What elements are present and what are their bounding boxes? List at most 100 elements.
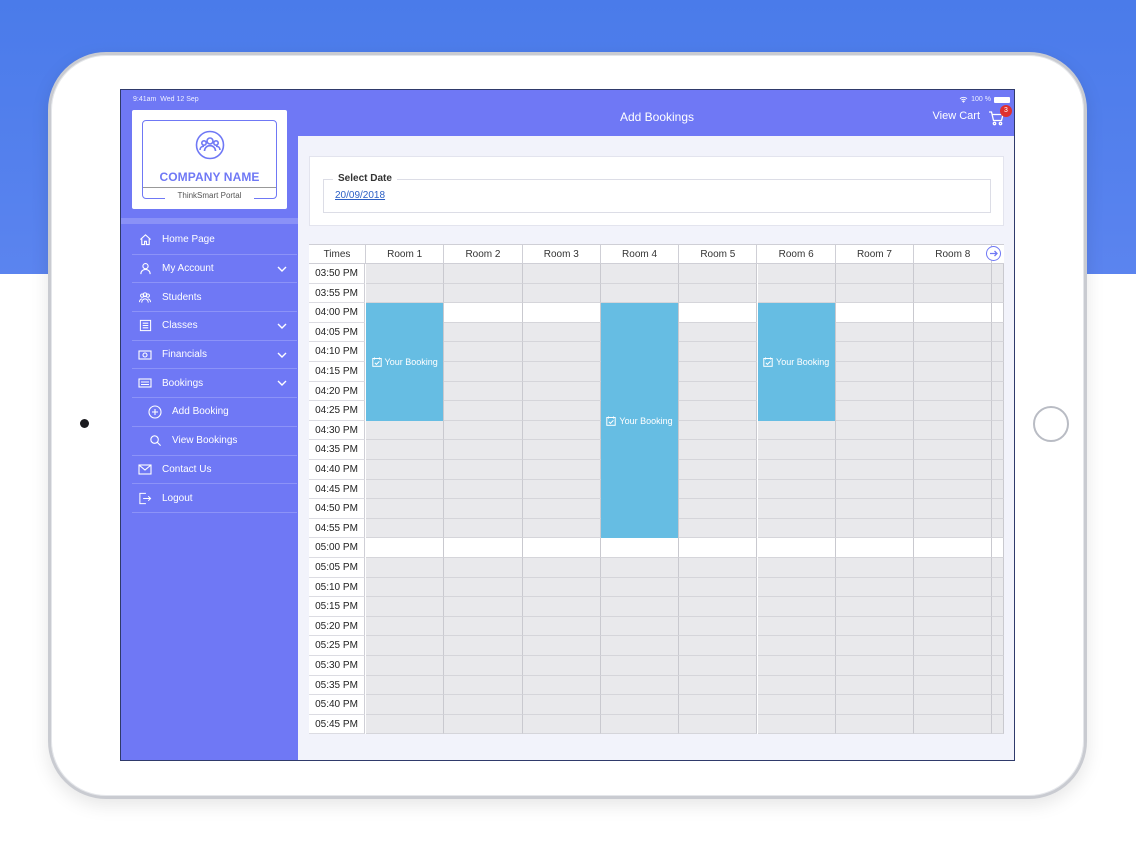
time-slot-cell[interactable] — [600, 597, 680, 617]
time-slot-cell[interactable] — [992, 322, 1004, 343]
time-slot-cell[interactable] — [600, 714, 680, 735]
time-slot-cell[interactable] — [992, 420, 1004, 441]
time-slot-cell[interactable] — [600, 675, 680, 696]
time-slot-cell[interactable] — [679, 616, 758, 637]
time-slot-cell[interactable] — [679, 401, 758, 421]
time-slot-cell[interactable] — [679, 479, 758, 500]
time-slot-cell[interactable] — [679, 264, 758, 284]
time-slot-cell[interactable] — [992, 538, 1004, 558]
time-slot-cell[interactable] — [914, 381, 993, 402]
sidebar-item-my-account[interactable]: My Account — [132, 255, 297, 284]
time-slot-cell[interactable] — [600, 264, 680, 284]
time-slot-cell[interactable] — [444, 636, 523, 656]
sidebar-item-classes[interactable]: Classes — [132, 312, 297, 341]
time-slot-cell[interactable] — [835, 656, 915, 676]
time-slot-cell[interactable] — [992, 440, 1004, 460]
time-slot-cell[interactable] — [992, 401, 1004, 421]
time-slot-cell[interactable] — [992, 518, 1004, 539]
sidebar-item-view-bookings[interactable]: View Bookings — [132, 427, 297, 456]
time-slot-cell[interactable] — [992, 656, 1004, 676]
time-slot-cell[interactable] — [835, 714, 915, 735]
time-slot-cell[interactable] — [835, 558, 915, 578]
time-slot-cell[interactable] — [914, 656, 993, 676]
time-slot-cell[interactable] — [992, 577, 1004, 598]
time-slot-cell[interactable] — [679, 440, 758, 460]
time-slot-cell[interactable] — [522, 342, 601, 362]
time-slot-cell[interactable] — [679, 558, 758, 578]
time-slot-cell[interactable] — [444, 322, 523, 343]
time-slot-cell[interactable] — [835, 420, 915, 441]
time-slot-cell[interactable] — [444, 558, 523, 578]
time-slot-cell[interactable] — [679, 362, 758, 382]
time-slot-cell[interactable] — [600, 577, 680, 598]
sidebar-item-add-booking[interactable]: Add Booking — [132, 398, 297, 427]
time-slot-cell[interactable] — [522, 499, 601, 519]
time-slot-cell[interactable] — [757, 636, 836, 656]
sidebar-item-financials[interactable]: Financials — [132, 341, 297, 370]
booking-block[interactable]: Your Booking — [366, 303, 445, 421]
time-slot-cell[interactable] — [757, 460, 836, 480]
time-slot-cell[interactable] — [914, 695, 993, 715]
selected-date-link[interactable]: 20/09/2018 — [335, 190, 385, 201]
time-slot-cell[interactable] — [679, 695, 758, 715]
time-slot-cell[interactable] — [522, 636, 601, 656]
time-slot-cell[interactable] — [444, 362, 523, 382]
time-slot-cell[interactable] — [522, 381, 601, 402]
time-slot-cell[interactable] — [679, 656, 758, 676]
time-slot-cell[interactable] — [444, 518, 523, 539]
time-slot-cell[interactable] — [444, 342, 523, 362]
time-slot-cell[interactable] — [366, 499, 445, 519]
time-slot-cell[interactable] — [522, 420, 601, 441]
time-slot-cell[interactable] — [444, 616, 523, 637]
time-slot-cell[interactable] — [914, 440, 993, 460]
time-slot-cell[interactable] — [992, 695, 1004, 715]
time-slot-cell[interactable] — [757, 714, 836, 735]
time-slot-cell[interactable] — [679, 420, 758, 441]
time-slot-cell[interactable] — [914, 303, 993, 323]
time-slot-cell[interactable] — [679, 597, 758, 617]
time-slot-cell[interactable] — [914, 616, 993, 637]
time-slot-cell[interactable] — [835, 499, 915, 519]
time-slot-cell[interactable] — [679, 381, 758, 402]
time-slot-cell[interactable] — [835, 362, 915, 382]
time-slot-cell[interactable] — [914, 322, 993, 343]
sidebar-item-contact-us[interactable]: Contact Us — [132, 456, 297, 485]
time-slot-cell[interactable] — [522, 479, 601, 500]
time-slot-cell[interactable] — [600, 636, 680, 656]
time-slot-cell[interactable] — [835, 479, 915, 500]
time-slot-cell[interactable] — [522, 616, 601, 637]
chevron-down-icon[interactable] — [277, 350, 287, 360]
time-slot-cell[interactable] — [522, 538, 601, 558]
time-slot-cell[interactable] — [914, 283, 993, 304]
chevron-down-icon[interactable] — [277, 378, 287, 388]
time-slot-cell[interactable] — [522, 675, 601, 696]
time-slot-cell[interactable] — [679, 342, 758, 362]
time-slot-cell[interactable] — [444, 401, 523, 421]
time-slot-cell[interactable] — [522, 303, 601, 323]
time-slot-cell[interactable] — [522, 558, 601, 578]
time-slot-cell[interactable] — [835, 597, 915, 617]
time-slot-cell[interactable] — [600, 283, 680, 304]
time-slot-cell[interactable] — [835, 401, 915, 421]
time-slot-cell[interactable] — [522, 656, 601, 676]
time-slot-cell[interactable] — [522, 440, 601, 460]
time-slot-cell[interactable] — [757, 440, 836, 460]
time-slot-cell[interactable] — [757, 695, 836, 715]
time-slot-cell[interactable] — [835, 577, 915, 598]
time-slot-cell[interactable] — [679, 322, 758, 343]
booking-block[interactable]: Your Booking — [757, 303, 836, 421]
time-slot-cell[interactable] — [366, 283, 445, 304]
time-slot-cell[interactable] — [600, 558, 680, 578]
select-date-field[interactable]: Select Date 20/09/2018 — [323, 173, 991, 213]
sidebar-item-logout[interactable]: Logout — [132, 484, 297, 513]
time-slot-cell[interactable] — [992, 283, 1004, 304]
time-slot-cell[interactable] — [444, 714, 523, 735]
time-slot-cell[interactable] — [522, 264, 601, 284]
time-slot-cell[interactable] — [679, 518, 758, 539]
time-slot-cell[interactable] — [914, 499, 993, 519]
sidebar-item-bookings[interactable]: Bookings — [132, 369, 297, 399]
time-slot-cell[interactable] — [992, 499, 1004, 519]
time-slot-cell[interactable] — [914, 420, 993, 441]
time-slot-cell[interactable] — [914, 518, 993, 539]
time-slot-cell[interactable] — [679, 675, 758, 696]
